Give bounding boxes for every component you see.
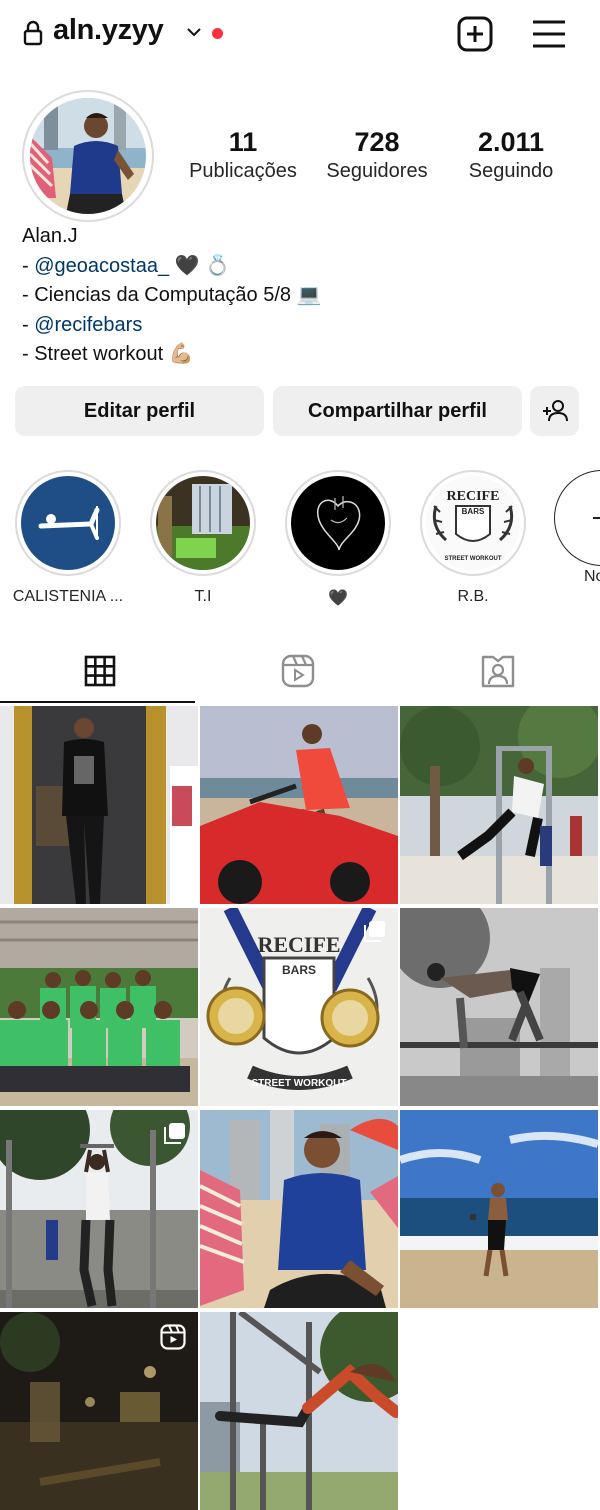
mention-link-geoacostaa[interactable]: @geoacostaa_ [34, 255, 169, 277]
post-thumbnail[interactable] [400, 908, 598, 1106]
highlight-label: 🖤 [328, 590, 348, 607]
stat-posts-value: 11 [228, 127, 258, 157]
bio-line-1: - @geoacostaa_ 🖤 💍 [22, 252, 322, 282]
share-profile-button[interactable]: Compartilhar perfil [273, 386, 522, 436]
notification-dot [212, 28, 223, 39]
new-highlight-ring [554, 470, 600, 566]
highlight-label: R.B. [457, 588, 489, 605]
stat-posts[interactable]: 11 Publicações [178, 126, 308, 184]
stat-followers-value: 728 [354, 127, 400, 157]
grid-icon [84, 655, 116, 687]
post-thumbnail[interactable] [400, 706, 598, 904]
stat-following-value: 2.011 [477, 127, 545, 157]
medal-logo-top: RECIFE [257, 932, 340, 957]
bio-line-3-prefix: - [22, 313, 35, 336]
tab-tagged[interactable] [398, 640, 598, 702]
highlight-new[interactable]: No [540, 470, 600, 586]
medal-logo-bottom: STREET WORKOUT [252, 1078, 347, 1089]
highlight-ti[interactable]: T.I [135, 470, 271, 606]
reels-icon [281, 654, 315, 688]
highlight-label: No [584, 568, 600, 585]
reels-icon [160, 1324, 186, 1350]
bio-line-3: - @recifebars [22, 311, 322, 341]
rb-badge-bottom: STREET WORKOUT [445, 556, 502, 562]
highlight-label: T.I [194, 588, 212, 605]
rb-badge-top: RECIFE [447, 489, 500, 504]
stat-following-label: Seguindo [468, 160, 554, 182]
bio-line-4: - Street workout 💪🏼 [22, 343, 194, 365]
post-thumbnail[interactable] [0, 1110, 198, 1308]
tab-reels[interactable] [198, 640, 398, 702]
post-thumbnail[interactable] [400, 1110, 598, 1308]
tab-posts-grid[interactable] [0, 640, 200, 702]
new-post-icon[interactable] [456, 15, 494, 53]
mention-link-recifebars[interactable]: @recifebars [34, 314, 142, 336]
post-thumbnail[interactable] [200, 1110, 398, 1308]
edit-profile-button[interactable]: Editar perfil [15, 386, 264, 436]
highlight-rb[interactable]: RECIFE BARS STREET WORKOUT R.B. [405, 470, 541, 606]
highlight-calistenia[interactable]: CALISTENIA ... [0, 470, 136, 606]
highlight-cover [21, 476, 115, 570]
bio-line-1-prefix: - [22, 254, 35, 277]
discover-people-button[interactable] [530, 386, 579, 436]
medal-logo-mid: BARS [282, 963, 316, 977]
chevron-down-icon[interactable] [184, 22, 204, 42]
highlight-cover: RECIFE BARS STREET WORKOUT [426, 476, 520, 570]
highlight-ring: RECIFE BARS STREET WORKOUT [420, 470, 526, 576]
post-thumbnail[interactable] [0, 706, 198, 904]
stat-following[interactable]: 2.011 Seguindo [452, 126, 570, 184]
highlight-label: CALISTENIA ... [12, 588, 124, 605]
post-thumbnail[interactable]: RECIFE BARS STREET WORKOUT [200, 908, 398, 1106]
carousel-icon [164, 1123, 185, 1144]
profile-username[interactable]: aln.yzyy [53, 14, 164, 47]
avatar[interactable] [30, 98, 146, 214]
post-thumbnail[interactable] [0, 908, 198, 1106]
bio: Alan.J - @geoacostaa_ 🖤 💍 - Ciencias da … [22, 222, 322, 370]
menu-icon[interactable] [530, 15, 568, 53]
add-person-icon [542, 400, 568, 422]
plus-icon [593, 517, 600, 519]
highlight-ring [15, 470, 121, 576]
highlight-heart[interactable]: 🖤 [270, 470, 406, 608]
post-thumbnail[interactable] [0, 1312, 198, 1510]
highlight-cover [291, 476, 385, 570]
post-thumbnail[interactable] [200, 1312, 398, 1510]
highlight-cover [156, 476, 250, 570]
tagged-icon [481, 655, 515, 688]
highlight-ring [285, 470, 391, 576]
bio-line-2: - Ciencias da Computação 5/8 💻 [22, 284, 322, 306]
post-thumbnail[interactable] [200, 706, 398, 904]
stat-followers-label: Seguidores [326, 160, 428, 182]
bio-line-1-emoji: 🖤 💍 [174, 254, 230, 277]
highlight-ring [150, 470, 256, 576]
carousel-icon [364, 921, 385, 942]
rb-badge-mid: BARS [462, 507, 485, 516]
active-tab-indicator [0, 701, 195, 703]
top-bar: aln.yzyy [0, 0, 600, 70]
lock-icon [23, 20, 43, 46]
stat-posts-label: Publicações [189, 160, 297, 182]
stat-followers[interactable]: 728 Seguidores [315, 126, 439, 184]
profile-name: Alan.J [22, 225, 78, 247]
